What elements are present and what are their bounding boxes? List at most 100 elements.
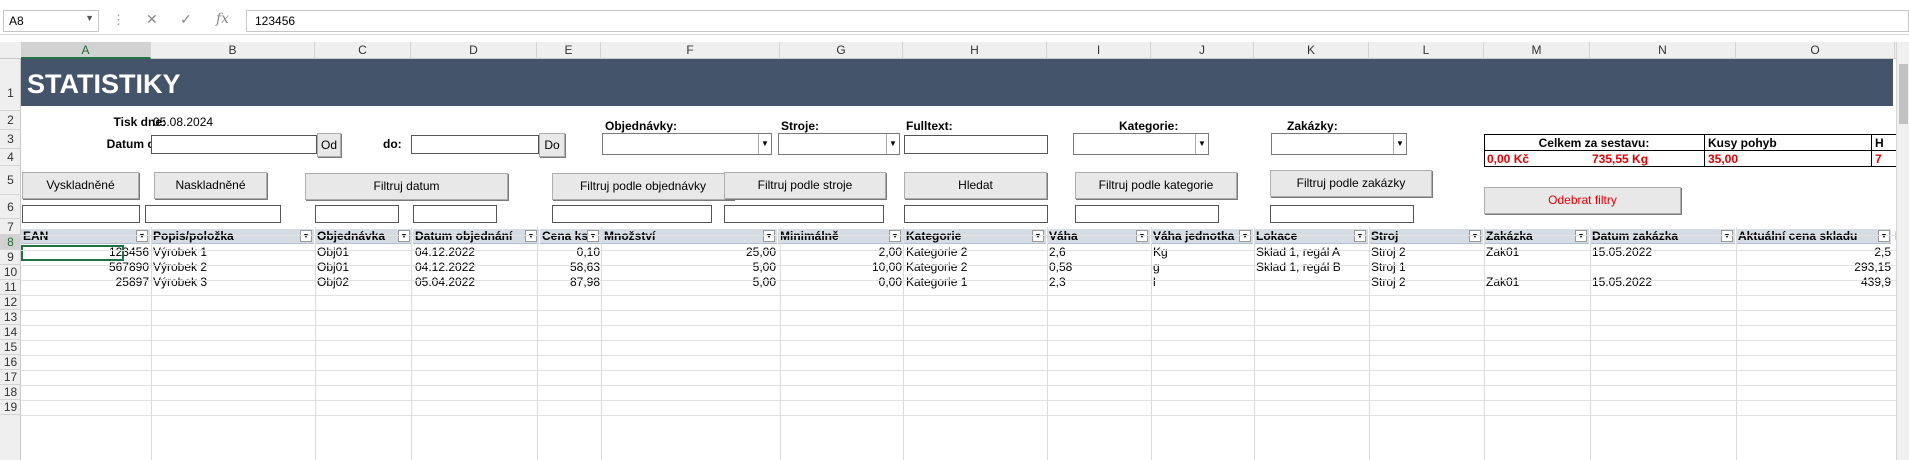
table-cell[interactable]: Výrobek 2 [151, 260, 315, 275]
table-cell[interactable]: Kg [1151, 245, 1254, 260]
machine-filter-input[interactable] [724, 205, 884, 223]
table-cell[interactable]: 15.05.2022 [1590, 275, 1736, 290]
chevron-down-icon[interactable]: ▼ [85, 13, 94, 23]
column-header-j[interactable]: J [1151, 42, 1254, 59]
filter-dropdown-icon[interactable]: ▼ [1878, 230, 1890, 242]
table-cell[interactable]: Sklad 1, regál A [1254, 245, 1369, 260]
table-cell[interactable]: Kategorie 2 [904, 245, 1047, 260]
date-from-input[interactable] [151, 135, 317, 154]
filter-dropdown-icon[interactable]: ▼ [398, 230, 410, 242]
table-cell[interactable]: 5,00 [602, 275, 778, 290]
do-button[interactable]: Do [539, 133, 565, 157]
table-cell[interactable]: 2,5 [1736, 245, 1893, 260]
table-cell[interactable]: 04.12.2022 [413, 245, 540, 260]
column-header-m[interactable]: M [1484, 42, 1590, 59]
table-cell[interactable]: Zak01 [1484, 245, 1590, 260]
table-cell[interactable]: 0,00 [778, 275, 904, 290]
filter-dropdown-icon[interactable]: ▼ [136, 230, 148, 242]
column-header-a[interactable]: A [21, 42, 151, 59]
category-select[interactable]: ▼ [1073, 133, 1209, 155]
search-button[interactable]: Hledat [904, 172, 1047, 199]
table-cell[interactable] [1590, 260, 1736, 275]
filter-date-button[interactable]: Filtruj datum [305, 173, 508, 200]
column-header-e[interactable]: E [537, 42, 601, 59]
scroll-thumb[interactable] [1899, 64, 1908, 124]
column-header-o[interactable]: O [1736, 42, 1895, 59]
row-header-2[interactable]: 2 [0, 111, 21, 130]
search-filter-input[interactable] [904, 205, 1048, 223]
jobs-select[interactable]: ▼ [1271, 133, 1407, 155]
formula-input[interactable]: 123456 [246, 10, 1909, 32]
row-header-6[interactable]: 6 [0, 195, 21, 219]
chevron-down-icon[interactable]: ▼ [886, 134, 899, 154]
dispatched-input[interactable] [22, 205, 140, 223]
table-cell[interactable]: 2,3 [1047, 275, 1151, 290]
table-cell[interactable]: 58,63 [540, 260, 602, 275]
table-cell[interactable]: 04.12.2022 [413, 260, 540, 275]
table-cell[interactable]: 0,58 [1047, 260, 1151, 275]
row-header-12[interactable]: 12 [0, 295, 21, 310]
table-cell[interactable]: Stroj 1 [1369, 260, 1484, 275]
filter-category-button[interactable]: Filtruj podle kategorie [1075, 172, 1237, 199]
row-header-7[interactable]: 7 [0, 219, 21, 235]
column-header-h[interactable]: H [903, 42, 1047, 59]
table-cell[interactable]: 25,00 [602, 245, 778, 260]
row-header-9[interactable]: 9 [0, 250, 21, 265]
column-header-c[interactable]: C [315, 42, 411, 59]
table-cell[interactable]: Obj01 [315, 245, 413, 260]
row-header-13[interactable]: 13 [0, 310, 21, 325]
table-cell[interactable]: Stroj 2 [1369, 245, 1484, 260]
sheet-grid[interactable]: STATISTIKY Tisk dne: 05.08.2024 Datum od… [21, 59, 1909, 460]
column-header-b[interactable]: B [151, 42, 315, 59]
filter-machines-button[interactable]: Filtruj podle stroje [724, 172, 886, 199]
table-cell[interactable]: 0,10 [540, 245, 602, 260]
table-cell[interactable]: Stroj 2 [1369, 275, 1484, 290]
row-header-14[interactable]: 14 [0, 325, 21, 340]
chevron-down-icon[interactable]: ▼ [1195, 134, 1208, 154]
stocked-button[interactable]: Naskladněné [154, 172, 267, 199]
filter-dropdown-icon[interactable]: ▼ [525, 230, 537, 242]
column-header-n[interactable]: N [1590, 42, 1736, 59]
table-cell[interactable]: 293,15 [1736, 260, 1893, 275]
table-cell[interactable]: l [1151, 275, 1254, 290]
order-filter-input[interactable] [552, 205, 712, 223]
table-cell[interactable] [1254, 275, 1369, 290]
table-cell[interactable]: 15.05.2022 [1590, 245, 1736, 260]
filter-dropdown-icon[interactable]: ▼ [1469, 230, 1481, 242]
enter-icon[interactable]: ✓ [180, 11, 192, 28]
filter-dropdown-icon[interactable]: ▼ [889, 230, 901, 242]
column-header-g[interactable]: G [780, 42, 903, 59]
table-cell[interactable]: Výrobek 1 [151, 245, 315, 260]
row-header-3[interactable]: 3 [0, 130, 21, 149]
chevron-down-icon[interactable]: ▼ [1393, 134, 1406, 154]
table-cell[interactable]: Kategorie 2 [904, 260, 1047, 275]
table-cell[interactable]: 10,00 [778, 260, 904, 275]
date-filter-to-input[interactable] [413, 205, 497, 223]
row-header-19[interactable]: 19 [0, 400, 21, 415]
vertical-scrollbar[interactable] [1896, 42, 1909, 460]
insert-function-icon[interactable]: fx [216, 11, 229, 27]
filter-jobs-button[interactable]: Filtruj podle zakázky [1270, 170, 1432, 197]
cancel-icon[interactable]: ✕ [146, 11, 158, 28]
table-cell[interactable]: Zak01 [1484, 275, 1590, 290]
filter-dropdown-icon[interactable]: ▼ [300, 230, 312, 242]
row-header-16[interactable]: 16 [0, 355, 21, 370]
orders-select[interactable]: ▼ [602, 133, 772, 155]
row-header-17[interactable]: 17 [0, 370, 21, 385]
row-header-8[interactable]: 8 [0, 235, 21, 250]
filter-dropdown-icon[interactable]: ▼ [1354, 230, 1366, 242]
filter-dropdown-icon[interactable]: ▼ [763, 230, 775, 242]
chevron-down-icon[interactable]: ▼ [758, 134, 771, 154]
column-header-l[interactable]: L [1369, 42, 1484, 59]
column-header-f[interactable]: F [601, 42, 780, 59]
filter-dropdown-icon[interactable]: ▼ [1721, 230, 1733, 242]
row-header-18[interactable]: 18 [0, 385, 21, 400]
row-header-10[interactable]: 10 [0, 265, 21, 280]
table-cell[interactable]: 2,00 [778, 245, 904, 260]
filter-orders-button[interactable]: Filtruj podle objednávky [552, 173, 734, 200]
filter-dropdown-icon[interactable]: ▼ [587, 230, 599, 242]
table-cell[interactable] [1484, 260, 1590, 275]
row-header-4[interactable]: 4 [0, 149, 21, 166]
dispatched-button[interactable]: Vyskladněné [22, 172, 139, 199]
date-to-input[interactable] [411, 135, 539, 154]
